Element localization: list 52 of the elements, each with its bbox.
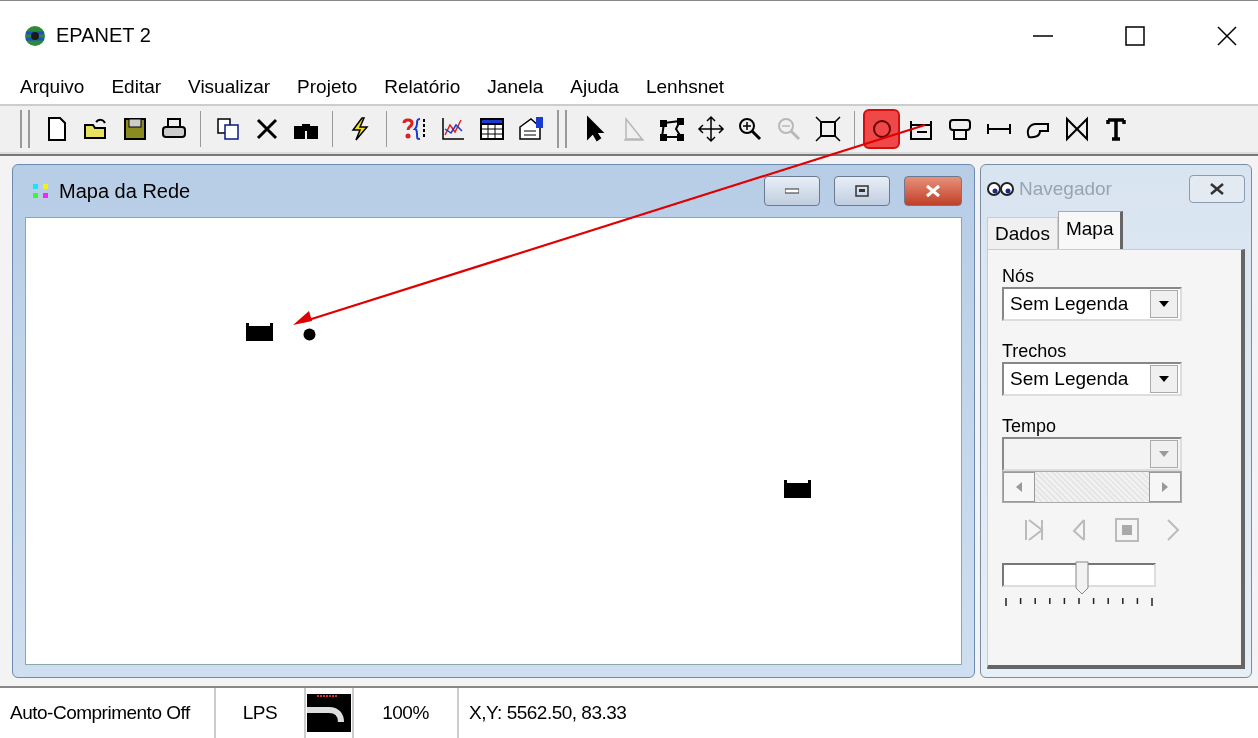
menu-item[interactable]: Ajuda	[570, 76, 619, 98]
minimize-button[interactable]	[764, 176, 820, 206]
restore-icon	[855, 185, 869, 197]
menu-item[interactable]: Editar	[111, 76, 162, 98]
junction-node	[303, 328, 316, 341]
slider-thumb[interactable]	[1075, 561, 1090, 595]
reservoir-node	[784, 480, 811, 498]
caret-icon	[1159, 376, 1169, 382]
navigator-title: Navegador	[1019, 178, 1112, 200]
toolbar-grip[interactable]	[557, 110, 567, 148]
reservoir-node	[246, 323, 273, 341]
tab[interactable]: Mapa	[1057, 211, 1124, 249]
menu-item[interactable]: Visualizar	[188, 76, 271, 98]
dropdown-field[interactable]: Sem Legenda	[1002, 362, 1182, 396]
field-label: Tempo	[1002, 416, 1057, 437]
maximize-icon[interactable]	[1124, 24, 1146, 47]
close-icon[interactable]	[1216, 24, 1238, 47]
menu-item[interactable]: Projeto	[297, 76, 358, 98]
field-label: Nós	[1002, 266, 1034, 287]
left-arrow-icon	[1016, 482, 1022, 492]
speed-slider[interactable]	[1002, 561, 1156, 609]
coordinates-status: X,Y: 5562.50, 83.33	[468, 701, 628, 725]
pan-icon	[696, 115, 725, 143]
right-arrow-icon	[1162, 482, 1168, 492]
window-title: EPANET 2	[56, 24, 151, 47]
full-extent-icon	[813, 115, 842, 143]
caret-icon	[1159, 451, 1169, 457]
close-icon	[1209, 183, 1225, 195]
close-button[interactable]	[904, 176, 962, 206]
faucet-icon	[307, 694, 351, 732]
options-icon	[516, 115, 545, 143]
dropdown-field[interactable]: Sem Legenda	[1002, 287, 1182, 321]
tab[interactable]: Dados	[987, 217, 1058, 249]
time-scrollbar[interactable]	[1002, 471, 1182, 503]
menu-item[interactable]: Janela	[487, 76, 544, 98]
menu-item[interactable]: Arquivo	[20, 76, 85, 98]
eyes-icon	[987, 181, 1015, 197]
menu-item[interactable]: Relatório	[384, 76, 461, 98]
close-icon	[925, 184, 941, 198]
toolbar-grip[interactable]	[20, 110, 30, 148]
close-button[interactable]	[1189, 175, 1245, 203]
map-window-icon	[33, 183, 49, 199]
menu-item[interactable]: Lenhsnet	[645, 76, 725, 98]
region-select-icon	[657, 115, 686, 143]
caret-icon	[1159, 301, 1169, 307]
restore-button[interactable]	[834, 176, 890, 206]
zoom-status: 100%	[354, 688, 459, 738]
field-label: Trechos	[1002, 341, 1067, 362]
minimize-icon	[785, 188, 799, 194]
map-window-title: Mapa da Rede	[59, 179, 191, 203]
junction-button[interactable]	[863, 109, 900, 149]
auto-length-status: Auto-Comprimento Off	[0, 688, 216, 738]
